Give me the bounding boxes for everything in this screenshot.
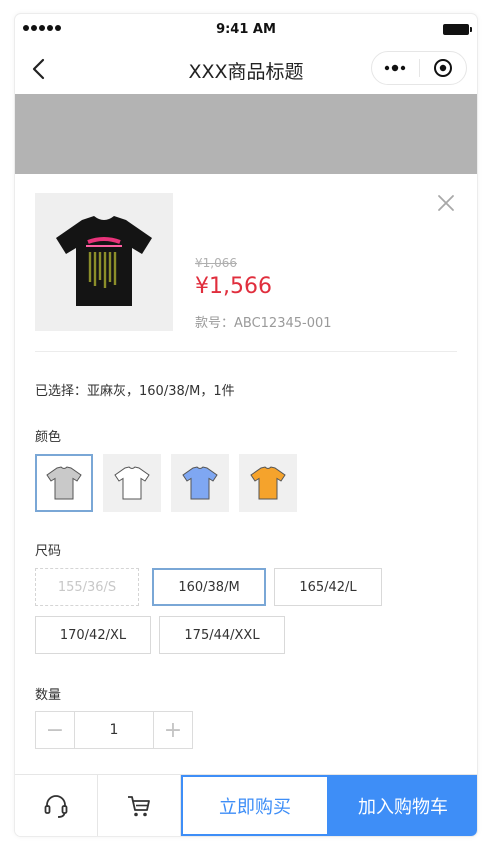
more-dots-icon: [385, 64, 406, 72]
customer-service-button[interactable]: [15, 775, 98, 836]
size-option-155-36-s: 155/36/S: [35, 568, 139, 606]
black-tshirt-image: [56, 216, 152, 306]
nav-bar: XXX商品标题: [15, 44, 477, 94]
spec-selection-sheet: ¥1,066 ¥1,566 款号：ABC12345-001 已选择：亚麻灰，16…: [15, 174, 477, 774]
color-swatch-white[interactable]: [103, 454, 161, 512]
selected-summary: 已选择：亚麻灰，160/38/M，1件: [35, 384, 235, 399]
cart-button[interactable]: [98, 775, 181, 836]
quantity-minus-button[interactable]: −: [36, 712, 74, 748]
white-tshirt-icon: [114, 466, 150, 500]
size-option-175-44-xxl[interactable]: 175/44/XXL: [159, 616, 285, 654]
orange-tshirt-icon: [250, 466, 286, 500]
bottom-action-bar: 立即购买 加入购物车: [15, 774, 477, 836]
banner-placeholder: [15, 94, 477, 174]
blue-tshirt-icon: [182, 466, 218, 500]
close-icon[interactable]: [435, 192, 457, 214]
back-icon[interactable]: [27, 56, 53, 82]
current-price: ¥1,566: [195, 274, 272, 299]
buy-now-button[interactable]: 立即购买: [181, 775, 329, 836]
color-swatch-orange[interactable]: [239, 454, 297, 512]
size-option-160-38-m[interactable]: 160/38/M: [152, 568, 266, 606]
battery-icon: [443, 24, 472, 35]
mini-program-capsule: [371, 51, 467, 85]
style-number: 款号：ABC12345-001: [195, 316, 332, 331]
status-time: 9:41 AM: [216, 22, 276, 37]
product-image: [35, 193, 173, 331]
size-option-165-42-l[interactable]: 165/42/L: [274, 568, 382, 606]
status-bar: 9:41 AM: [15, 14, 477, 44]
phone-frame: 9:41 AM XXX商品标题 ¥1,066 ¥1,566 款号：ABC1234…: [15, 14, 477, 836]
divider: [35, 351, 457, 352]
color-options: [35, 454, 297, 512]
close-miniprogram-button[interactable]: [420, 52, 467, 84]
quantity-stepper: − 1 +: [35, 711, 193, 749]
color-label: 颜色: [35, 430, 62, 445]
color-swatch-gray[interactable]: [35, 454, 93, 512]
target-circle-icon: [433, 59, 452, 77]
size-label: 尺码: [35, 544, 62, 559]
cart-icon: [128, 795, 150, 816]
more-button[interactable]: [372, 52, 419, 84]
headset-icon: [44, 794, 68, 818]
add-to-cart-button[interactable]: 加入购物车: [329, 775, 477, 836]
color-swatch-blue[interactable]: [171, 454, 229, 512]
quantity-value[interactable]: 1: [74, 712, 154, 748]
size-option-170-42-xl[interactable]: 170/42/XL: [35, 616, 151, 654]
gray-tshirt-icon: [46, 466, 82, 500]
quantity-plus-button[interactable]: +: [154, 712, 192, 748]
quantity-label: 数量: [35, 688, 62, 703]
original-price: ¥1,066: [195, 256, 237, 270]
